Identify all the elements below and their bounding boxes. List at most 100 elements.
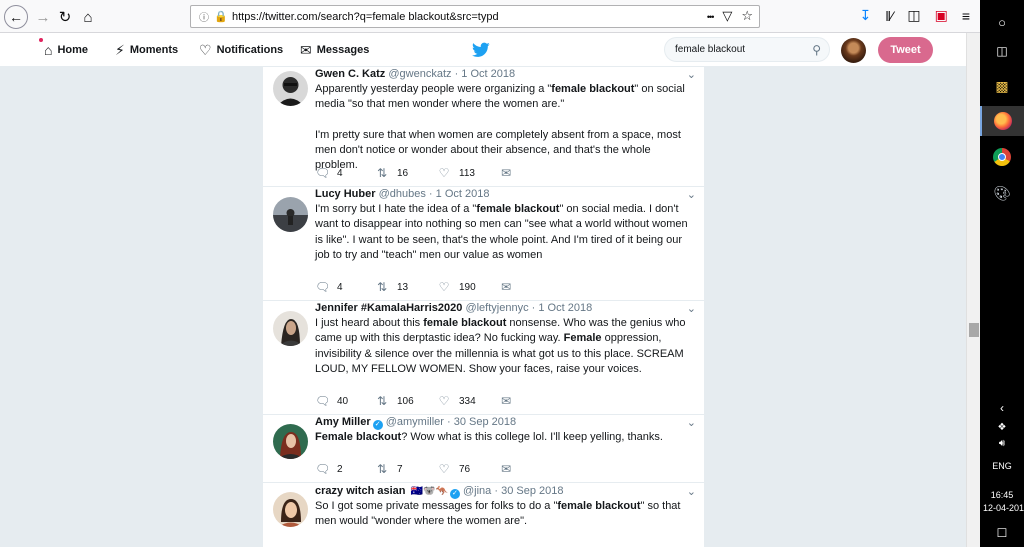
display-name[interactable]: Jennifer #KamalaHarris2020 [315, 302, 462, 314]
dropbox-button[interactable]: ❖ [980, 420, 1024, 434]
chevron-down-icon[interactable]: ⌄ [687, 68, 696, 81]
handle[interactable]: @dhubes [379, 188, 426, 200]
scrollbar-thumb[interactable] [969, 323, 979, 337]
cortana-button[interactable]: ○ [980, 10, 1024, 34]
avatar[interactable] [273, 197, 308, 232]
reload-button[interactable]: ↻ [54, 6, 76, 28]
retweet-button[interactable]: ⇅ 13 [375, 280, 437, 294]
timestamp[interactable]: 1 Oct 2018 [436, 188, 490, 200]
back-button[interactable]: ← [4, 5, 28, 29]
nav-moments[interactable]: ⚡︎ Moments [115, 33, 178, 67]
nav-messages[interactable]: ✉ Messages [300, 33, 369, 67]
display-name[interactable]: Amy Miller [315, 416, 371, 428]
paint-button[interactable]: 🎨︎ [980, 178, 1024, 208]
pocket-save-icon[interactable]: ▣ [935, 7, 948, 24]
hamburger-menu-icon[interactable]: ≡ [962, 8, 970, 24]
timestamp[interactable]: 30 Sep 2018 [501, 485, 563, 497]
avatar[interactable] [273, 424, 308, 459]
direct-message-button[interactable]: ✉ [499, 166, 513, 180]
search-input[interactable] [675, 44, 805, 55]
address-bar[interactable]: ⓘ 🔒 https://twitter.com/search?q=female … [190, 5, 760, 28]
retweet-button[interactable]: ⇅ 106 [375, 394, 437, 408]
page-actions-menu-icon[interactable]: ••• [707, 8, 715, 26]
bell-icon: ♡ [199, 41, 212, 58]
file-explorer-button[interactable]: ▩ [980, 72, 1024, 100]
bookmark-star-icon[interactable]: ☆ [741, 8, 753, 26]
tweet-text: Apparently yesterday people were organiz… [315, 82, 696, 174]
sidebar-icon[interactable]: ◫ [907, 7, 920, 24]
url-text[interactable]: https://twitter.com/search?q=female blac… [232, 11, 499, 23]
retweet-count: 16 [397, 167, 409, 179]
chrome-button[interactable] [980, 142, 1024, 172]
chevron-down-icon[interactable]: ⌄ [687, 188, 696, 201]
chevron-down-icon[interactable]: ⌄ [687, 302, 696, 315]
chevron-down-icon[interactable]: ⌄ [687, 485, 696, 498]
avatar[interactable] [273, 492, 308, 527]
language-indicator[interactable]: ENG [980, 461, 1024, 471]
like-button[interactable]: ♡ 190 [437, 280, 499, 294]
direct-message-button[interactable]: ✉ [499, 280, 513, 294]
info-icon[interactable]: ⓘ [195, 8, 213, 26]
tweet[interactable]: Lucy Huber @dhubes · 1 Oct 2018 ⌄ I'm so… [263, 187, 704, 301]
timestamp[interactable]: 1 Oct 2018 [538, 302, 592, 314]
reply-button[interactable]: 🗨︎ 2 [315, 462, 375, 476]
nav-notifications[interactable]: ♡ Notifications [199, 33, 283, 67]
tweet-text: So I got some private messages for folks… [315, 499, 696, 530]
clock-date[interactable]: 12-04-2019 [983, 503, 1024, 513]
nav-home[interactable]: ⌂ Home [39, 33, 88, 67]
firefox-button[interactable] [980, 106, 1024, 136]
folder-icon: ▩ [995, 77, 1009, 94]
display-name[interactable]: crazy witch asian [315, 485, 406, 497]
timestamp[interactable]: 1 Oct 2018 [461, 68, 515, 80]
reply-icon: 🗨︎ [315, 280, 331, 294]
direct-message-button[interactable]: ✉ [499, 394, 513, 408]
library-icon[interactable]: ‖⁄ [885, 8, 893, 24]
avatar[interactable] [273, 71, 308, 106]
display-name[interactable]: Gwen C. Katz [315, 68, 385, 80]
retweet-button[interactable]: ⇅ 7 [375, 462, 437, 476]
page-scrollbar[interactable] [966, 33, 980, 547]
handle[interactable]: @gwenckatz [388, 68, 451, 80]
twitter-search-box[interactable]: ⚲ [664, 37, 830, 62]
reply-button[interactable]: 🗨︎ 4 [315, 280, 375, 294]
tweet[interactable]: Amy Miller ✓ @amymiller · 30 Sep 2018 ⌄ F… [263, 415, 704, 483]
clock-time[interactable]: 16:45 [980, 490, 1024, 500]
retweet-button[interactable]: ⇅ 16 [375, 166, 437, 180]
direct-message-button[interactable]: ✉ [499, 462, 513, 476]
timestamp[interactable]: 30 Sep 2018 [454, 416, 516, 428]
display-name[interactable]: Lucy Huber [315, 188, 376, 200]
home-button[interactable]: ⌂ [77, 6, 99, 28]
forward-button[interactable]: → [32, 6, 54, 28]
chevron-down-icon[interactable]: ⌄ [687, 416, 696, 429]
lock-icon[interactable]: 🔒 [214, 10, 228, 24]
tweet[interactable]: crazy witch asian 🇦🇺🐨🦘 ✓ @jina · 30 Sep 2… [263, 484, 704, 547]
like-button[interactable]: ♡ 76 [437, 462, 499, 476]
tweet[interactable]: Gwen C. Katz @gwenckatz · 1 Oct 2018 ⌄ A… [263, 67, 704, 187]
avatar[interactable] [273, 311, 308, 346]
reply-button[interactable]: 🗨︎ 4 [315, 166, 375, 180]
tweet-actions: 🗨︎ 4 ⇅ 13 ♡ 190 ✉ [315, 279, 513, 295]
action-center-button[interactable]: ☐ [980, 524, 1024, 542]
volume-button[interactable]: 🔊︎ [980, 436, 1024, 450]
arrow-right-icon: → [35, 8, 51, 26]
handle[interactable]: @leftyjennyc [465, 302, 528, 314]
tweet-text-part: I'm sorry but I hate the idea of a " [315, 203, 477, 215]
envelope-icon: ✉ [300, 41, 312, 58]
like-button[interactable]: ♡ 113 [437, 166, 499, 180]
reply-button[interactable]: 🗨︎ 40 [315, 394, 375, 408]
download-icon[interactable]: ↧ [860, 7, 872, 24]
task-view-button[interactable]: ◫ [980, 40, 1024, 62]
search-icon[interactable]: ⚲ [812, 43, 821, 57]
tweet-button[interactable]: Tweet [878, 37, 933, 63]
retweet-icon: ⇅ [376, 280, 388, 294]
reply-icon: 🗨︎ [315, 462, 331, 476]
like-button[interactable]: ♡ 334 [437, 394, 499, 408]
show-hidden-icons-button[interactable]: ‹ [980, 398, 1024, 418]
handle[interactable]: @jina [463, 485, 491, 497]
handle[interactable]: @amymiller [386, 416, 444, 428]
avatar[interactable] [841, 38, 866, 63]
nav-moments-label: Moments [129, 44, 179, 56]
tweet-header: Amy Miller ✓ @amymiller · 30 Sep 2018 [315, 416, 696, 430]
twitter-bird-icon[interactable] [472, 42, 490, 58]
pocket-icon[interactable]: ▽ [722, 8, 732, 26]
